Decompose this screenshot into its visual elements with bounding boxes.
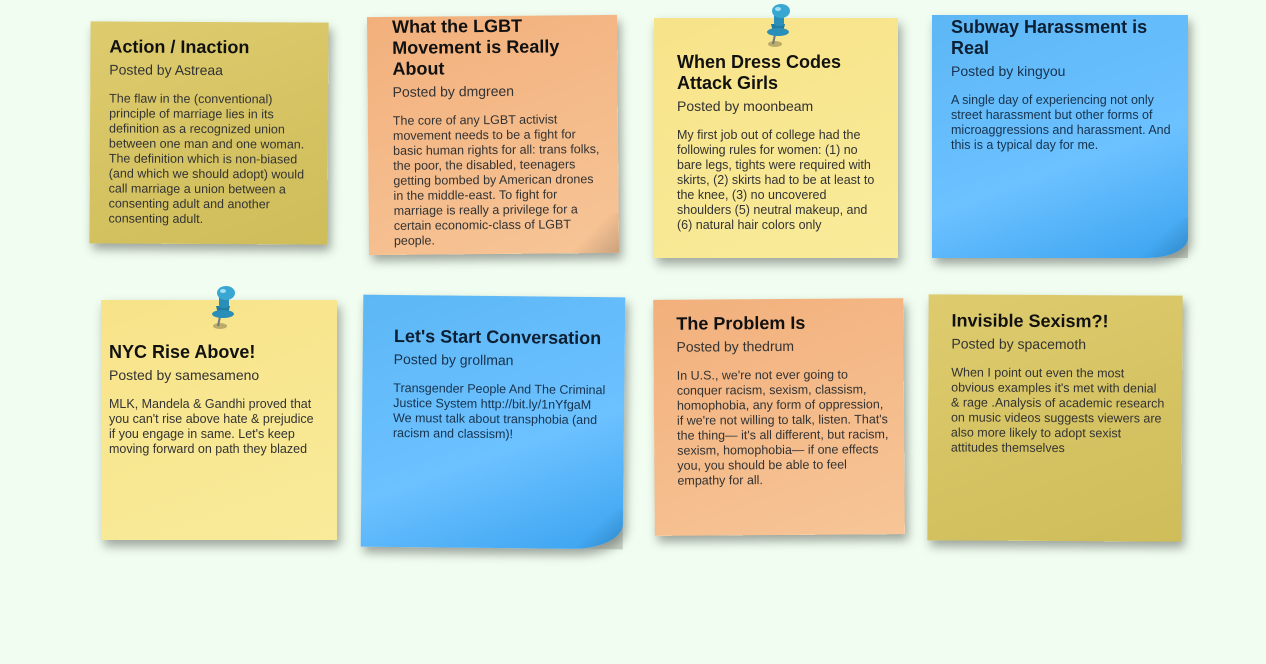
sticky-note-start-conversation[interactable]: Let's Start Conversation Posted by groll… xyxy=(360,294,626,550)
note-title[interactable]: What the LGBT Movement is Really About xyxy=(392,15,604,80)
note-author[interactable]: grollman xyxy=(460,352,514,369)
sticky-note-action-inaction[interactable]: Action / Inaction Posted by Astreaa The … xyxy=(89,21,329,245)
note-author[interactable]: spacemoth xyxy=(1018,336,1087,352)
note-title[interactable]: Let's Start Conversation xyxy=(394,326,611,349)
note-title[interactable]: When Dress Codes Attack Girls xyxy=(677,52,884,94)
note-byline: Posted by Astreaa xyxy=(109,61,224,79)
note-author[interactable]: thedrum xyxy=(743,338,794,354)
note-body: Transgender People And The Criminal Just… xyxy=(392,380,606,442)
sticky-note-invisible-sexism[interactable]: Invisible Sexism?! Posted by spacemoth W… xyxy=(927,294,1183,542)
note-author[interactable]: Astreaa xyxy=(175,62,223,78)
push-pin-icon xyxy=(212,286,235,329)
note-byline: Posted by kingyou xyxy=(951,63,1066,79)
sticky-note-nyc-rise-above[interactable]: NYC Rise Above! Posted by samesameno MLK… xyxy=(101,300,337,540)
note-author[interactable]: moonbeam xyxy=(743,98,813,114)
note-body: In U.S., we're not ever going to conquer… xyxy=(676,367,889,488)
sticky-note-dress-codes[interactable]: When Dress Codes Attack Girls Posted by … xyxy=(654,18,898,258)
note-author[interactable]: kingyou xyxy=(1017,63,1065,79)
note-body: A single day of experiencing not only st… xyxy=(951,93,1171,152)
note-title[interactable]: Subway Harassment is Real xyxy=(951,17,1174,59)
note-title[interactable]: Invisible Sexism?! xyxy=(951,310,1168,332)
note-title[interactable]: Action / Inaction xyxy=(109,36,314,58)
note-body: When I point out even the most obvious e… xyxy=(950,365,1165,456)
note-body: The core of any LGBT activist movement n… xyxy=(392,112,600,248)
push-pin-icon xyxy=(767,4,790,47)
sticky-note-problem-is[interactable]: The Problem Is Posted by thedrum In U.S.… xyxy=(653,298,905,536)
note-author[interactable]: dmgreen xyxy=(459,83,514,99)
note-byline: Posted by moonbeam xyxy=(677,98,814,114)
note-byline: Posted by spacemoth xyxy=(951,335,1087,353)
note-byline: Posted by samesameno xyxy=(109,367,260,383)
note-author[interactable]: samesameno xyxy=(175,367,259,383)
note-byline: Posted by dmgreen xyxy=(392,82,515,100)
note-body: MLK, Mandela & Gandhi proved that you ca… xyxy=(109,397,314,456)
note-title[interactable]: The Problem Is xyxy=(676,312,889,334)
sticky-note-subway-harassment[interactable]: Subway Harassment is Real Posted by king… xyxy=(932,15,1188,258)
sticky-note-lgbt-movement[interactable]: What the LGBT Movement is Really About P… xyxy=(366,14,620,256)
note-byline: Posted by thedrum xyxy=(676,337,795,355)
note-body: My first job out of college had the foll… xyxy=(677,128,875,232)
note-byline: Posted by grollman xyxy=(393,350,514,369)
note-body: The flaw in the (conventional) principle… xyxy=(108,91,305,226)
note-title[interactable]: NYC Rise Above! xyxy=(109,342,323,363)
